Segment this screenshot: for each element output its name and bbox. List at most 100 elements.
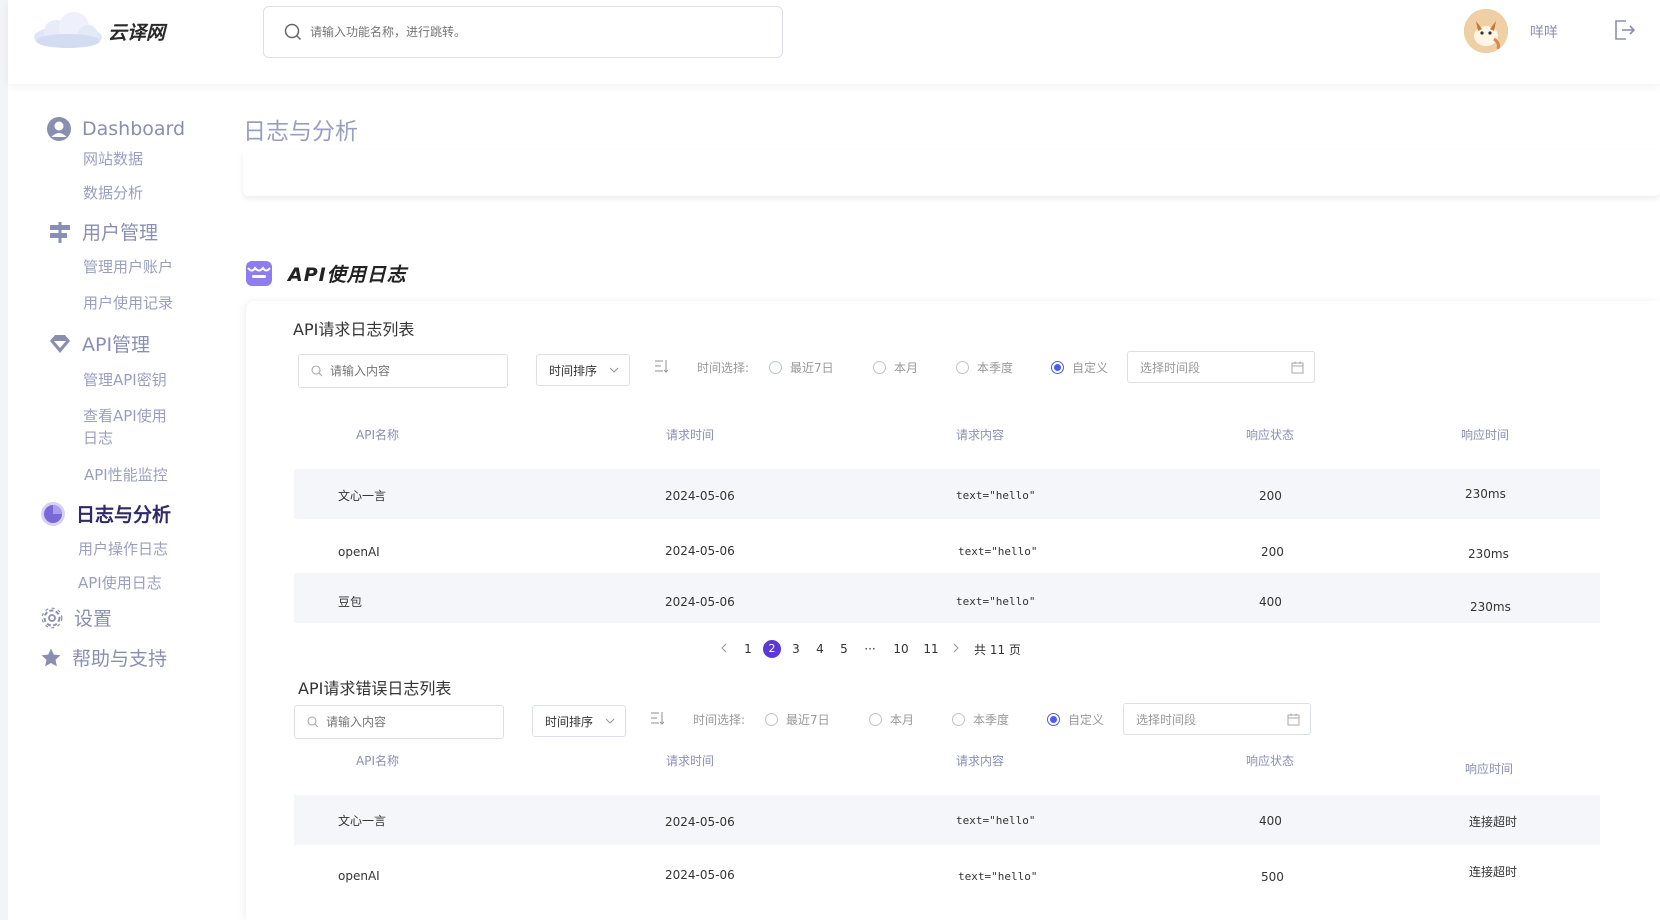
column-header: 请求时间 (666, 428, 715, 442)
sidebar: Dashboard 网站数据 数据分析 用户管理 管理用户账户 用户使用记录 A… (8, 84, 230, 920)
error-log-sort-select[interactable]: 时间排序 (532, 705, 626, 737)
table-row[interactable] (294, 795, 1600, 845)
page-button[interactable]: 11 (918, 642, 944, 656)
store-icon (246, 261, 272, 286)
table-cell: 230ms (1465, 487, 1506, 501)
sort-order-toggle[interactable] (654, 358, 669, 378)
column-header: 请求时间 (666, 754, 715, 768)
table-row[interactable] (294, 573, 1600, 623)
page-button[interactable]: 10 (884, 642, 918, 656)
sidebar-item-data-analysis[interactable]: 数据分析 (83, 182, 143, 204)
table-cell: text="hello" (958, 545, 1038, 558)
table-cell: openAI (338, 869, 380, 883)
sidebar-group-dashboard[interactable]: Dashboard (46, 116, 185, 142)
table-cell: 200 (1261, 545, 1284, 559)
sort-order-toggle[interactable] (650, 710, 665, 730)
table-row[interactable] (294, 469, 1600, 519)
logout-button[interactable] (1612, 18, 1636, 46)
sidebar-item-user-operation-logs[interactable]: 用户操作日志 (78, 538, 168, 560)
search-icon (284, 23, 302, 41)
signpost-icon (50, 221, 70, 243)
sidebar-item-label-line2: 日志 (83, 429, 114, 447)
time-select-label: 时间选择: (693, 713, 746, 727)
page-button[interactable]: 5 (832, 642, 856, 656)
search-icon (307, 716, 319, 728)
radio-this-month[interactable]: 本月 (869, 711, 914, 728)
sidebar-group-label: API管理 (82, 334, 151, 356)
table-cell: 2024-05-06 (665, 868, 735, 882)
cloud-logo-icon (34, 12, 102, 48)
request-log-title: API请求日志列表 (293, 320, 415, 339)
sidebar-group-user-management[interactable]: 用户管理 (48, 218, 158, 245)
sidebar-group-api-management[interactable]: API管理 (48, 330, 150, 357)
sidebar-group-label: 用户管理 (82, 222, 159, 244)
column-header: 响应时间 (1465, 762, 1514, 776)
radio-this-quarter[interactable]: 本季度 (956, 359, 1013, 376)
chevron-left-icon (721, 643, 727, 653)
date-range-placeholder: 选择时间段 (1136, 712, 1197, 727)
sidebar-item-usage-records[interactable]: 用户使用记录 (83, 292, 173, 314)
request-log-search-input[interactable] (330, 364, 490, 378)
logo[interactable]: 云译网 (30, 10, 165, 52)
gear-icon (41, 607, 63, 628)
column-header: 请求内容 (956, 428, 1005, 442)
error-log-date-range[interactable]: 选择时间段 (1123, 703, 1311, 735)
error-log-search-input[interactable] (326, 715, 486, 729)
table-cell: text="hello" (956, 595, 1036, 608)
table-cell: 400 (1259, 814, 1282, 828)
sort-select-value: 时间排序 (545, 714, 594, 729)
sidebar-group-logs-analysis[interactable]: 日志与分析 (40, 500, 171, 527)
error-log-title: API请求错误日志列表 (298, 679, 452, 698)
sidebar-item-site-data[interactable]: 网站数据 (83, 148, 143, 170)
sort-select-value: 时间排序 (549, 363, 598, 378)
radio-custom[interactable]: 自定义 (1051, 359, 1108, 376)
sidebar-group-help[interactable]: 帮助与支持 (40, 644, 167, 671)
table-cell: 文心一言 (338, 489, 387, 503)
logo-text: 云译网 (108, 21, 166, 44)
diamond-icon (50, 334, 70, 353)
radio-this-quarter[interactable]: 本季度 (952, 711, 1009, 728)
page-button-current[interactable]: 2 (763, 640, 781, 658)
error-log-search[interactable] (294, 705, 504, 739)
radio-custom[interactable]: 自定义 (1047, 711, 1104, 728)
table-cell: 2024-05-06 (665, 595, 735, 609)
page-button[interactable]: 1 (736, 642, 760, 656)
table-cell: 2024-05-06 (665, 489, 735, 503)
username[interactable]: 咩咩 (1530, 22, 1558, 42)
sidebar-item-view-api-logs[interactable]: 查看API使用 日志 (83, 405, 167, 449)
request-log-search[interactable] (298, 354, 508, 388)
section-title: API使用日志 (288, 263, 407, 286)
column-header: API名称 (356, 754, 399, 768)
radio-last-7-days[interactable]: 最近7日 (769, 359, 834, 376)
column-header: API名称 (356, 428, 399, 442)
section-header: API使用日志 (244, 258, 407, 288)
chevron-right-icon (953, 643, 959, 653)
next-page-button[interactable] (944, 642, 968, 656)
global-search-box[interactable] (263, 6, 783, 58)
page-total: 共 11 页 (974, 642, 1021, 657)
global-search-input[interactable] (310, 25, 750, 39)
page-button[interactable]: 3 (784, 642, 808, 656)
table-cell: text="hello" (956, 489, 1036, 502)
radio-this-month[interactable]: 本月 (873, 359, 918, 376)
sidebar-item-api-monitoring[interactable]: API性能监控 (84, 464, 168, 486)
chevron-down-icon (605, 718, 615, 724)
sidebar-item-manage-api-keys[interactable]: 管理API密钥 (83, 369, 167, 391)
avatar[interactable] (1464, 9, 1508, 53)
search-icon (311, 365, 323, 377)
request-log-sort-select[interactable]: 时间排序 (536, 354, 630, 386)
sidebar-group-label: 设置 (74, 608, 113, 630)
table-cell: 豆包 (338, 595, 363, 609)
sidebar-item-manage-accounts[interactable]: 管理用户账户 (83, 256, 173, 278)
table-cell: text="hello" (956, 814, 1036, 827)
sidebar-group-label: 帮助与支持 (72, 648, 168, 670)
sidebar-group-settings[interactable]: 设置 (40, 604, 112, 631)
request-log-date-range[interactable]: 选择时间段 (1127, 351, 1315, 383)
sort-order-icon (651, 712, 665, 725)
page-button[interactable]: 4 (808, 642, 832, 656)
prev-page-button[interactable] (712, 642, 736, 656)
page-ellipsis[interactable]: ··· (856, 642, 884, 656)
table-cell: 500 (1261, 870, 1284, 884)
sidebar-item-api-usage-logs[interactable]: API使用日志 (78, 572, 162, 594)
radio-last-7-days[interactable]: 最近7日 (765, 711, 830, 728)
